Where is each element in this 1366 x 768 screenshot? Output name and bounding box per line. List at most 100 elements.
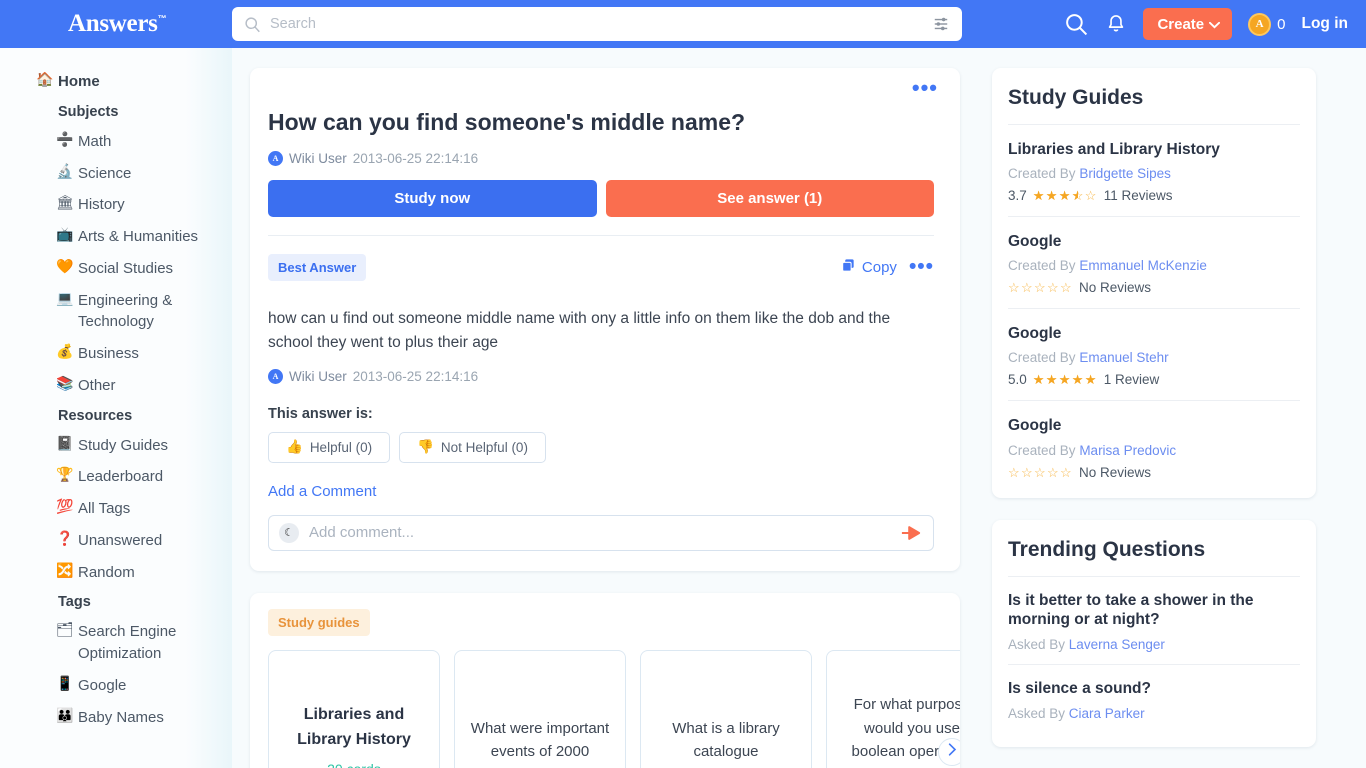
question-card: ••• How can you find someone's middle na… xyxy=(250,68,960,571)
study-guide-author[interactable]: Emanuel Stehr xyxy=(1079,350,1168,365)
helpful-button[interactable]: 👍 Helpful (0) xyxy=(268,431,391,463)
send-arrow-icon[interactable] xyxy=(901,525,921,541)
rating-row: ☆★☆★☆★☆★☆★ No Reviews xyxy=(1008,465,1300,480)
star-rating-icons: ☆★☆★☆★☆★☆★ xyxy=(1008,464,1073,480)
notification-bell-icon[interactable] xyxy=(1105,13,1127,35)
question-timestamp: 2013-06-25 22:14:16 xyxy=(352,150,479,166)
thumbs-up-icon: 👍 xyxy=(286,439,303,455)
see-answer-button[interactable]: See answer (1) xyxy=(605,179,934,217)
trending-question-title[interactable]: Is silence a sound? xyxy=(1008,679,1300,699)
sidebar-item-math[interactable]: ➗ Math xyxy=(0,126,232,158)
sidebar-item-other[interactable]: 📚 Other xyxy=(0,370,232,402)
rating-row: ☆★☆★☆★☆★☆★ No Reviews xyxy=(1008,280,1300,295)
copy-button[interactable]: Copy xyxy=(841,258,897,277)
star-rating-icons: ☆★☆★☆★☆★☆★ xyxy=(1032,372,1097,388)
site-logo[interactable]: Answers™ xyxy=(68,10,167,38)
add-a-comment-link[interactable]: Add a Comment xyxy=(268,483,376,500)
best-answer-badge: Best Answer xyxy=(268,253,367,281)
study-now-button[interactable]: Study now xyxy=(268,179,597,217)
coin-count: 0 xyxy=(1277,15,1286,33)
sidebar-item-label: Unanswered xyxy=(78,531,163,549)
trending-question-author[interactable]: Laverna Senger xyxy=(1069,637,1165,652)
left-sidebar: 🏠 Home Subjects ➗ Math 🔬 Science 🏛 Histo… xyxy=(0,48,232,768)
search-input[interactable] xyxy=(270,16,933,32)
sidebar-item-home[interactable]: 🏠 Home xyxy=(0,66,232,98)
study-guide-card[interactable]: Libraries and Library History 20 cards xyxy=(268,649,440,768)
answer-more-options-icon[interactable]: ••• xyxy=(909,256,934,277)
sidebar-item-engineering-technology[interactable]: 💻 Engineering & Technology xyxy=(0,285,232,339)
created-by-label: Created By xyxy=(1008,350,1076,366)
sidebar-item-random[interactable]: 🔀 Random xyxy=(0,557,232,589)
question-more-options-icon[interactable]: ••• xyxy=(912,77,938,99)
not-helpful-button[interactable]: 👎 Not Helpful (0) xyxy=(399,431,546,463)
chevron-right-icon xyxy=(948,743,957,761)
shuffle-icon: 🔀 xyxy=(56,561,74,578)
review-count: No Reviews xyxy=(1079,464,1152,480)
study-guide-author[interactable]: Bridgette Sipes xyxy=(1079,166,1171,181)
trending-question-meta: Asked By Laverna Senger xyxy=(1008,637,1300,652)
divider xyxy=(268,234,934,236)
sidebar-item-arts-humanities[interactable]: 📺 Arts & Humanities xyxy=(0,221,232,253)
list-item: Is it better to take a shower in the mor… xyxy=(1008,577,1300,666)
study-guide-meta: Created By Emanuel Stehr xyxy=(1008,350,1300,365)
sidebar-item-history[interactable]: 🏛 History xyxy=(0,189,232,221)
top-header: Answers™ Create A 0 xyxy=(0,0,1366,48)
sidebar-tag-search-engine-optimization[interactable]: 🗂 Search Engine Optimization xyxy=(0,616,232,670)
money-bag-icon: 💰 xyxy=(56,343,74,359)
classical-building-icon: 🏛 xyxy=(56,194,74,211)
create-button[interactable]: Create xyxy=(1143,8,1233,40)
trophy-icon: 🏆 xyxy=(56,466,74,483)
login-link[interactable]: Log in xyxy=(1302,15,1349,33)
sidebar-item-science[interactable]: 🔬 Science xyxy=(0,158,232,190)
comment-input[interactable] xyxy=(309,524,901,542)
search-icon[interactable] xyxy=(1064,12,1089,37)
division-icon: ➗ xyxy=(56,130,74,147)
trending-question-author[interactable]: Ciara Parker xyxy=(1069,706,1145,721)
sidebar-item-label: Random xyxy=(78,563,135,581)
filter-sliders-icon[interactable] xyxy=(933,16,949,32)
study-guide-name[interactable]: Google xyxy=(1008,324,1300,344)
main-content: ••• How can you find someone's middle na… xyxy=(232,48,976,768)
question-author[interactable]: Wiki User xyxy=(289,151,347,166)
mobile-phone-icon: 📱 xyxy=(56,674,74,691)
answer-header: Best Answer Copy ••• xyxy=(268,253,934,281)
sidebar-item-all-tags[interactable]: 💯 All Tags xyxy=(0,493,232,525)
search-bar[interactable] xyxy=(232,7,962,41)
answer-timestamp: 2013-06-25 22:14:16 xyxy=(352,368,479,384)
sidebar-item-business[interactable]: 💰 Business xyxy=(0,338,232,370)
study-guide-card-title: What is a library catalogue xyxy=(672,719,780,760)
rating-value: 3.7 xyxy=(1008,188,1027,204)
trending-question-title[interactable]: Is it better to take a shower in the mor… xyxy=(1008,591,1300,631)
study-guide-card[interactable]: What were important events of 2000 xyxy=(454,649,626,768)
study-guide-author[interactable]: Marisa Predovic xyxy=(1079,443,1176,458)
comment-input-row[interactable]: ☾ xyxy=(268,514,934,551)
sidebar-item-study-guides[interactable]: 📓 Study Guides xyxy=(0,430,232,462)
study-guide-card[interactable]: What is a library catalogue xyxy=(640,649,812,768)
sidebar-tag-google[interactable]: 📱 Google xyxy=(0,670,232,702)
study-guides-strip: Libraries and Library History 20 cards W… xyxy=(268,649,960,768)
page-title: How can you find someone's middle name? xyxy=(268,109,746,135)
answer-byline: A Wiki User 2013-06-25 22:14:16 xyxy=(268,368,934,384)
question-byline: A Wiki User 2013-06-25 22:14:16 xyxy=(268,150,934,166)
study-guide-name[interactable]: Libraries and Library History xyxy=(1008,140,1300,160)
coin-balance[interactable]: A 0 xyxy=(1248,12,1286,36)
study-guide-card-title: What were important events of 2000 xyxy=(470,719,610,760)
sidebar-item-label: Other xyxy=(78,376,116,394)
list-item: Libraries and Library History Created By… xyxy=(1008,125,1300,218)
study-guide-meta: Created By Bridgette Sipes xyxy=(1008,166,1300,181)
answer-author[interactable]: Wiki User xyxy=(289,369,347,384)
sidebar-item-unanswered[interactable]: ❓ Unanswered xyxy=(0,525,232,557)
sidebar-item-social-studies[interactable]: 🧡 Social Studies xyxy=(0,253,232,285)
sidebar-item-label: Arts & Humanities xyxy=(78,228,199,245)
sidebar-item-leaderboard[interactable]: 🏆 Leaderboard xyxy=(0,461,232,493)
study-guide-author[interactable]: Emmanuel McKenzie xyxy=(1079,258,1207,273)
review-count: 11 Reviews xyxy=(1103,188,1173,204)
study-guide-name[interactable]: Google xyxy=(1008,232,1300,252)
list-item: Google Created By Marisa Predovic ☆★☆★☆★… xyxy=(1008,401,1300,483)
books-icon: 📚 xyxy=(56,374,74,391)
card-index-icon: 🗂 xyxy=(56,621,74,638)
carousel-next-button[interactable] xyxy=(938,737,960,766)
sidebar-tag-baby-names[interactable]: 👪 Baby Names xyxy=(0,702,232,734)
study-guides-panel: Study Guides Libraries and Library Histo… xyxy=(992,68,1316,498)
study-guide-name[interactable]: Google xyxy=(1008,416,1300,436)
